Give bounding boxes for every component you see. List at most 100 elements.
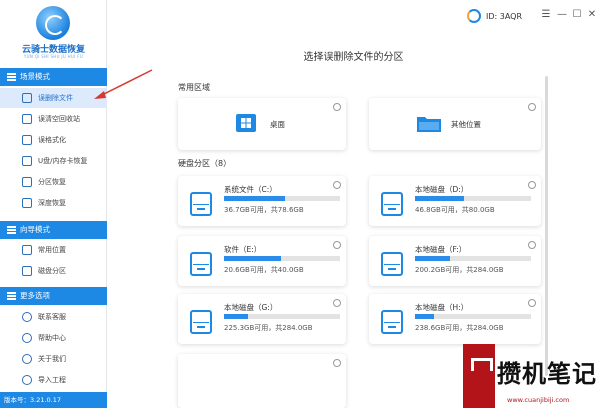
location-card-desktop[interactable]: 桌面 [178, 98, 346, 150]
sidebar-item-common-location[interactable]: 常用位置 [0, 240, 107, 260]
headset-icon [22, 312, 32, 322]
watermark-url: www.cuanjibiji.com [507, 396, 570, 404]
location-card-other[interactable]: 其他位置 [369, 98, 541, 150]
question-icon [22, 354, 32, 364]
disk-card[interactable]: 系统文件（C:） 36.7GB可用，共78.6GB [178, 176, 346, 226]
recycle-icon [22, 114, 32, 124]
sidebar-item-label: 深度恢复 [38, 199, 66, 207]
hard-disk-icon [381, 192, 403, 216]
sidebar-item-label: U盘/内存卡恢复 [38, 157, 88, 165]
disk-usage-fill [224, 314, 249, 319]
radio-button[interactable] [333, 359, 341, 367]
hard-disk-icon [190, 192, 212, 216]
disk-name: 软件（E:） [224, 245, 262, 254]
disk-usage-fill [224, 196, 286, 201]
menu-button[interactable]: ☰ [539, 8, 553, 22]
sidebar-item-help[interactable]: 帮助中心 [0, 328, 107, 348]
disk-capacity: 36.7GB可用，共78.6GB [224, 206, 304, 214]
sidebar-item-about[interactable]: 关于我们 [0, 349, 107, 369]
disk-partition-label: 硬盘分区（8） [178, 159, 232, 168]
disk-usage-fill [415, 196, 464, 201]
disk-card-partial[interactable] [178, 354, 346, 408]
top-bar: ID: 3AQR ☰ — ☐ ✕ [107, 0, 600, 34]
disk-card[interactable]: 软件（E:） 20.6GB可用，共40.0GB [178, 236, 346, 286]
disk-usage-bar [224, 196, 340, 201]
disk-card[interactable]: 本地磁盘（F:） 200.2GB可用，共284.0GB [369, 236, 541, 286]
more-icon [7, 292, 16, 300]
disk-usage-bar [224, 256, 340, 261]
location-label: 其他位置 [451, 120, 481, 129]
disk-usage-fill [415, 256, 450, 261]
sidebar-item-disk-partition[interactable]: 磁盘分区 [0, 261, 107, 281]
sidebar: 云骑士数据恢复 YUN QI SHI SHU JU HUI FU 场景模式 误删… [0, 0, 107, 408]
sidebar-item-support[interactable]: 联系客服 [0, 307, 107, 327]
disk-capacity: 225.3GB可用，共284.0GB [224, 324, 313, 332]
user-id: ID: 3AQR [486, 11, 523, 21]
sidebar-item-deep[interactable]: 深度恢复 [0, 193, 107, 213]
disk-capacity: 20.6GB可用，共40.0GB [224, 266, 304, 274]
sidebar-item-label: 分区恢复 [38, 178, 66, 186]
app-logo: 云骑士数据恢复 YUN QI SHI SHU JU HUI FU [0, 0, 107, 66]
sidebar-item-label: 误清空回收站 [38, 115, 80, 123]
sidebar-item-label: 误删除文件 [38, 94, 73, 102]
app-subtitle: YUN QI SHI SHU JU HUI FU [23, 54, 84, 59]
sidebar-item-label: 帮助中心 [38, 334, 66, 342]
sidebar-item-label: 误格式化 [38, 136, 66, 144]
sidebar-item-import[interactable]: 导入工程 [0, 370, 107, 390]
sidebar-item-label: 关于我们 [38, 355, 66, 363]
help-icon [22, 333, 32, 343]
menu-icon [7, 73, 16, 81]
usb-icon [22, 156, 32, 166]
disk-card[interactable]: 本地磁盘（D:） 46.8GB可用，共80.0GB [369, 176, 541, 226]
user-id-icon [467, 9, 481, 23]
radio-button[interactable] [528, 299, 536, 307]
radio-button[interactable] [528, 241, 536, 249]
watermark-logo [463, 344, 495, 408]
hard-disk-icon [381, 252, 403, 276]
user-id-area[interactable]: ID: 3AQR [467, 8, 522, 24]
sidebar-item-label: 导入工程 [38, 376, 66, 384]
page-title: 选择误删除文件的分区 [303, 52, 404, 63]
disk-name: 本地磁盘（H:） [415, 303, 469, 312]
radio-button[interactable] [333, 103, 341, 111]
app-window: 云骑士数据恢复 YUN QI SHI SHU JU HUI FU 场景模式 误删… [0, 0, 600, 408]
maximize-button[interactable]: ☐ [570, 8, 584, 22]
disk-usage-fill [415, 314, 434, 319]
radio-button[interactable] [333, 241, 341, 249]
section-label: 更多选项 [20, 291, 50, 300]
section-more-options: 更多选项 [0, 287, 107, 305]
sidebar-item-label: 磁盘分区 [38, 267, 66, 275]
windows-icon [236, 114, 256, 132]
disk-usage-bar [415, 314, 531, 319]
radio-button[interactable] [333, 299, 341, 307]
section-label: 场景模式 [20, 72, 50, 81]
scrollbar[interactable] [545, 76, 548, 376]
version-label: 版本号：3.21.0.17 [0, 392, 107, 408]
radio-button[interactable] [333, 181, 341, 189]
hard-disk-icon [190, 252, 212, 276]
hard-disk-icon [381, 310, 403, 334]
deep-scan-icon [22, 198, 32, 208]
sidebar-item-format[interactable]: 误格式化 [0, 130, 107, 150]
hard-disk-icon [190, 310, 212, 334]
sidebar-item-partition[interactable]: 分区恢复 [0, 172, 107, 192]
disk-capacity: 200.2GB可用，共284.0GB [415, 266, 504, 274]
section-label: 向导模式 [20, 225, 50, 234]
sidebar-item-label: 常用位置 [38, 246, 66, 254]
watermark: 攒机笔记 www.cuanjibiji.com [463, 344, 600, 408]
sidebar-item-usb[interactable]: U盘/内存卡恢复 [0, 151, 107, 171]
disk-capacity: 238.6GB可用，共284.0GB [415, 324, 504, 332]
disk-card[interactable]: 本地磁盘（G:） 225.3GB可用，共284.0GB [178, 294, 346, 344]
sidebar-item-recycle-bin[interactable]: 误清空回收站 [0, 109, 107, 129]
location-label: 桌面 [270, 120, 285, 129]
disk-icon [22, 266, 32, 276]
close-button[interactable]: ✕ [585, 8, 599, 22]
section-wizard-mode: 向导模式 [0, 221, 107, 239]
format-icon [22, 135, 32, 145]
radio-button[interactable] [528, 103, 536, 111]
minimize-button[interactable]: — [555, 8, 569, 22]
disk-usage-fill [224, 256, 281, 261]
disk-card[interactable]: 本地磁盘（H:） 238.6GB可用，共284.0GB [369, 294, 541, 344]
disk-usage-bar [415, 256, 531, 261]
radio-button[interactable] [528, 181, 536, 189]
